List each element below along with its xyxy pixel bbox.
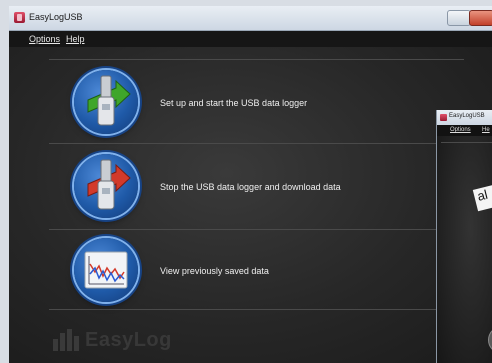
logo-text: EasyLog bbox=[85, 329, 172, 351]
view-saved-data-label[interactable]: View previously saved data bbox=[160, 266, 269, 276]
tilted-label: al bbox=[472, 182, 492, 212]
title-bar[interactable]: EasyLogUSB bbox=[9, 6, 492, 31]
second-window-content: al bbox=[437, 136, 492, 363]
saved-data-graph-icon bbox=[84, 251, 128, 289]
divider bbox=[49, 59, 464, 60]
easylog-main-window: EasyLogUSB Options Help Set up and start… bbox=[9, 6, 492, 363]
second-window-title: EasyLogUSB bbox=[449, 113, 485, 119]
stop-logger-label[interactable]: Stop the USB data logger and download da… bbox=[160, 182, 341, 192]
second-menu-help[interactable]: He bbox=[482, 127, 490, 133]
view-saved-data-button[interactable] bbox=[74, 238, 138, 302]
close-button[interactable] bbox=[469, 10, 492, 26]
main-content: Set up and start the USB data logger Sto… bbox=[9, 47, 492, 363]
stop-logger-button[interactable] bbox=[74, 154, 138, 218]
divider bbox=[441, 142, 492, 143]
menu-help[interactable]: Help bbox=[66, 34, 85, 44]
window-title: EasyLogUSB bbox=[29, 12, 83, 22]
app-icon bbox=[440, 114, 447, 121]
second-window-menu-bar: Options He bbox=[437, 125, 492, 136]
divider bbox=[49, 143, 464, 144]
second-menu-options[interactable]: Options bbox=[450, 127, 471, 133]
second-window-title-bar[interactable]: EasyLogUSB bbox=[437, 110, 492, 125]
start-logger-button[interactable] bbox=[74, 70, 138, 134]
logo-bars-icon bbox=[53, 329, 79, 351]
start-logger-label[interactable]: Set up and start the USB data logger bbox=[160, 98, 307, 108]
divider bbox=[49, 309, 464, 310]
usb-logger-stop-icon bbox=[87, 159, 131, 210]
usb-logger-start-icon bbox=[87, 75, 131, 126]
easylog-second-window: EasyLogUSB Options He al bbox=[436, 110, 492, 363]
divider bbox=[49, 229, 464, 230]
minimize-button[interactable] bbox=[447, 10, 471, 26]
menu-bar: Options Help bbox=[9, 31, 492, 47]
app-icon bbox=[14, 12, 25, 23]
circle-button[interactable] bbox=[488, 327, 492, 353]
menu-options[interactable]: Options bbox=[29, 34, 60, 44]
